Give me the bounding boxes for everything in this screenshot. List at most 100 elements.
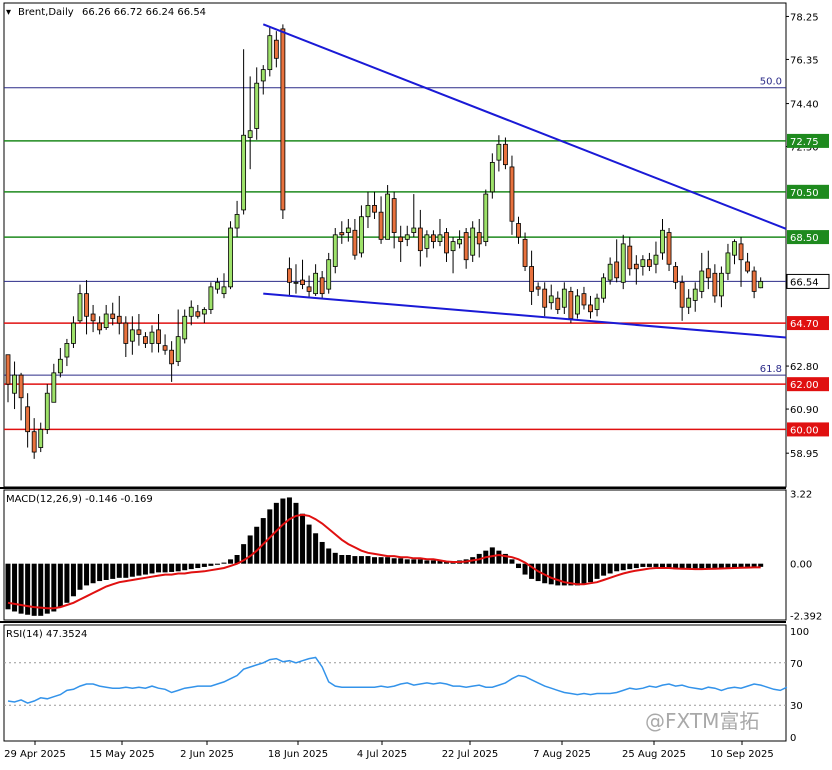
candle-up: [692, 288, 698, 301]
candle-down: [633, 263, 639, 270]
macd-tick-label: 3.22: [790, 490, 812, 501]
candle-up: [457, 238, 463, 245]
macd-histogram-bar: [332, 552, 338, 564]
macd-label: MACD(12,26,9) -0.146 -0.169: [6, 494, 153, 505]
candle-down: [476, 232, 482, 245]
candle-up: [496, 143, 502, 161]
macd-histogram-bar: [548, 563, 554, 585]
macd-histogram-bar: [646, 563, 652, 567]
macd-histogram-bar: [247, 535, 253, 564]
time-tick-label: 22 Jul 2025: [442, 749, 499, 760]
candle-down: [522, 238, 528, 267]
symbol-arrow-icon[interactable]: ▾: [6, 7, 11, 18]
candle-up: [254, 82, 260, 129]
candle-up: [601, 277, 606, 299]
candle-up: [12, 374, 17, 394]
macd-tick-label: -2.392: [790, 612, 822, 623]
candle-down: [614, 261, 620, 279]
candle-up: [640, 259, 646, 267]
macd-histogram-bar: [110, 563, 116, 579]
candle-up: [424, 234, 430, 249]
macd-histogram-bar: [149, 563, 155, 574]
candle-down: [431, 234, 436, 243]
candle-up: [411, 227, 417, 233]
candle-up: [234, 214, 240, 229]
macd-histogram-bar: [254, 526, 260, 564]
candle-up: [719, 272, 724, 297]
macd-histogram-bar: [372, 557, 378, 564]
candle-up: [561, 288, 567, 308]
macd-histogram-bar: [404, 559, 410, 564]
macd-indicator: 3.22 0.00 -2.392: [5, 490, 822, 623]
trendlines[interactable]: [262, 23, 787, 339]
ohlc-values: 66.26 66.72 66.24 66.54: [82, 7, 206, 18]
candle-down: [509, 166, 515, 222]
price-tick-label: 62.80: [790, 362, 819, 373]
macd-histogram-bar: [745, 563, 751, 567]
candle-down: [588, 304, 593, 313]
macd-histogram-bar: [182, 563, 188, 571]
candle-up: [365, 204, 371, 218]
candle-up: [437, 234, 443, 243]
candle-up: [594, 297, 600, 310]
candle-down: [503, 143, 508, 166]
time-tick-label: 7 Aug 2025: [533, 749, 591, 760]
candle-up: [607, 263, 613, 281]
candle-down: [25, 406, 31, 433]
macd-histogram-bar: [188, 563, 194, 570]
macd-histogram-bar: [509, 559, 515, 564]
candle-up: [44, 392, 50, 430]
candle-down: [581, 293, 587, 306]
macd-histogram-bar: [319, 541, 325, 564]
candle-up: [758, 281, 764, 289]
chart-canvas[interactable]: 50.061.8 78.2576.3574.4072.5062.8060.905…: [0, 0, 832, 766]
candle-down: [18, 374, 24, 399]
macd-histogram-bar: [594, 563, 600, 579]
candle-down: [116, 315, 122, 324]
watermark-text: @FXTM富拓: [645, 709, 759, 733]
macd-histogram-bar: [607, 563, 613, 574]
candle-up: [64, 343, 70, 358]
candle-down: [300, 279, 305, 286]
candle-down: [5, 354, 11, 385]
candle-down: [280, 28, 286, 211]
time-tick-label: 2 Jun 2025: [180, 749, 234, 760]
macd-histogram-bar: [620, 563, 626, 571]
macd-histogram-bar: [64, 563, 70, 603]
macd-histogram-bar: [123, 563, 129, 578]
candle-up: [149, 331, 155, 344]
candle-down: [738, 243, 744, 261]
candle-down: [417, 227, 423, 252]
macd-histogram-bar: [97, 563, 103, 582]
macd-histogram-bar: [260, 518, 266, 564]
macd-histogram-bar: [221, 562, 227, 564]
rsi-tick-label: 100: [790, 627, 809, 638]
candle-down: [542, 288, 548, 308]
candle-up: [385, 193, 391, 240]
macd-histogram-bar: [300, 513, 306, 564]
trendline-lower: [263, 292, 787, 339]
candle-up: [620, 243, 626, 283]
symbol-label: Brent,Daily: [18, 7, 74, 18]
candle-down: [352, 229, 358, 256]
candle-up: [732, 241, 737, 256]
macd-histogram-bar: [116, 563, 122, 578]
macd-histogram-bar: [136, 563, 142, 576]
candle-up: [241, 134, 247, 211]
candle-down: [31, 431, 37, 453]
macd-histogram-bar: [352, 556, 358, 564]
time-tick-label: 18 Jun 2025: [268, 749, 328, 760]
candle-up: [215, 281, 220, 290]
candle-down: [705, 268, 711, 279]
price-tick-label: 78.25: [790, 12, 819, 23]
candle-down: [110, 313, 116, 319]
level-tag-label: 62.00: [790, 380, 819, 391]
candle-up: [103, 313, 109, 328]
macd-histogram-bar: [653, 563, 659, 567]
macd-histogram-bar: [391, 558, 397, 564]
level-tag-label: 64.70: [790, 319, 819, 330]
price-tick-label: 74.40: [790, 100, 819, 111]
candle-up: [313, 272, 319, 295]
macd-histogram-bar: [365, 556, 371, 564]
candle-up: [725, 252, 731, 274]
